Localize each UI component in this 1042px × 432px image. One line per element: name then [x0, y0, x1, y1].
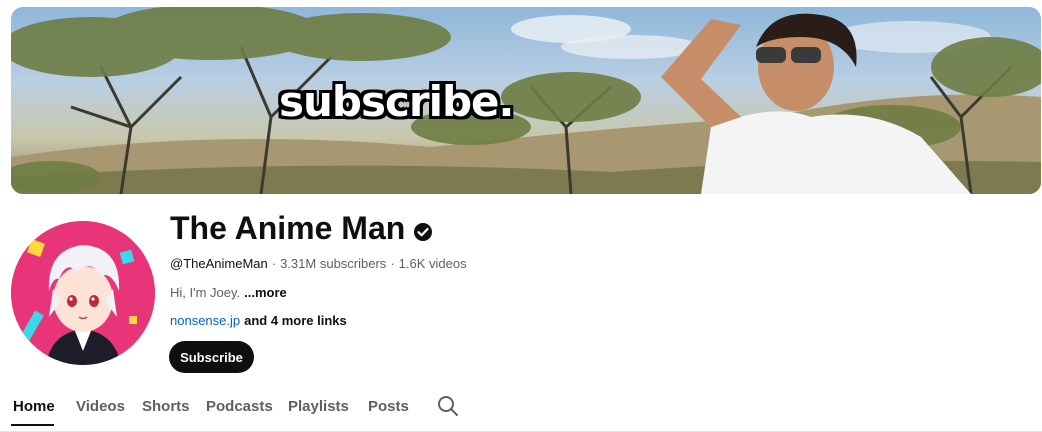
- channel-tabs: Home Videos Shorts Podcasts Playlists Po…: [0, 385, 1042, 432]
- banner-image: [11, 7, 1041, 194]
- video-count: 1.6K videos: [398, 256, 467, 271]
- channel-title-row: The Anime Man: [170, 210, 433, 247]
- description-text: Hi, I'm Joey.: [170, 285, 241, 300]
- active-tab-indicator: [11, 424, 54, 426]
- tab-playlists[interactable]: Playlists: [288, 385, 349, 427]
- search-icon[interactable]: [437, 395, 459, 417]
- verified-check-icon: [413, 222, 433, 242]
- channel-description[interactable]: Hi, I'm Joey. ...more: [170, 285, 287, 300]
- banner-overlay-text: subscribe.: [279, 77, 514, 126]
- description-more-button[interactable]: ...more: [244, 285, 287, 300]
- subscriber-count: 3.31M subscribers: [280, 256, 387, 271]
- channel-handle: @TheAnimeMan: [170, 256, 268, 271]
- channel-link[interactable]: nonsense.jp: [170, 313, 240, 328]
- subscribe-button[interactable]: Subscribe: [169, 341, 254, 373]
- channel-links: nonsense.jp and 4 more links: [170, 313, 347, 328]
- more-links-button[interactable]: and 4 more links: [244, 313, 347, 328]
- channel-banner: subscribe.: [11, 7, 1041, 194]
- channel-meta: @TheAnimeMan · 3.31M subscribers · 1.6K …: [170, 256, 467, 271]
- meta-separator: ·: [390, 256, 395, 271]
- avatar-illustration: [11, 221, 155, 365]
- channel-title: The Anime Man: [170, 210, 406, 246]
- meta-separator: ·: [271, 256, 277, 271]
- tab-podcasts[interactable]: Podcasts: [206, 385, 273, 427]
- tab-home[interactable]: Home: [13, 385, 55, 427]
- tab-posts[interactable]: Posts: [368, 385, 409, 427]
- avatar[interactable]: [11, 221, 155, 365]
- tab-shorts[interactable]: Shorts: [142, 385, 190, 427]
- tab-videos[interactable]: Videos: [76, 385, 125, 427]
